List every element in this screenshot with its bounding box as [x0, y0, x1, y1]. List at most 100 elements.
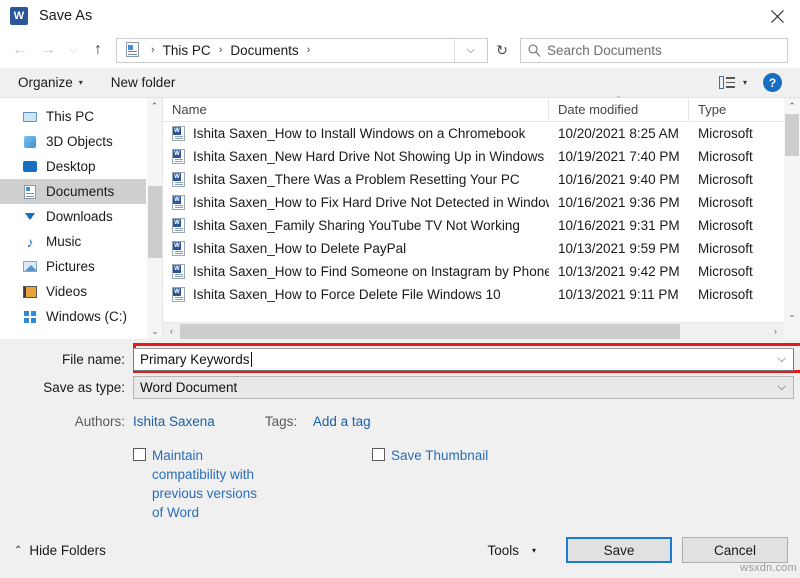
title-bar: W Save As [0, 0, 800, 32]
view-dropdown-icon[interactable]: ▾ [743, 78, 747, 87]
list-scroll-down-button[interactable]: ⌄ [784, 306, 800, 322]
recent-locations-button[interactable]: ⌵ [62, 35, 84, 65]
file-date-cell: 10/19/2021 7:40 PM [549, 149, 689, 164]
tools-label: Tools [487, 543, 519, 558]
sidebar-scrollbar-thumb[interactable] [148, 186, 162, 258]
chevron-down-icon[interactable]: ⌵ [771, 381, 793, 394]
authors-label: Authors: [0, 414, 133, 429]
save-as-type-row: Save as type: Word Document ⌵ [0, 376, 800, 399]
add-a-tag-link[interactable]: Add a tag [313, 414, 371, 429]
breadcrumb-separator-0: › [145, 44, 161, 56]
breadcrumb-dropdown-icon[interactable]: ⌵ [454, 39, 487, 62]
list-scroll-up-button[interactable]: ⌃ [784, 98, 800, 114]
search-input[interactable]: Search Documents [547, 43, 662, 58]
maintain-compatibility-checkbox[interactable] [133, 448, 146, 461]
address-bar: ← → ⌵ ↑ › This PC › Documents › ⌵ ↻ Sear… [0, 32, 800, 68]
hscroll-track[interactable] [180, 323, 767, 340]
save-as-type-value: Word Document [134, 380, 237, 395]
hide-folders-label: Hide Folders [29, 543, 106, 558]
file-date-cell: 10/20/2021 8:25 AM [549, 126, 689, 141]
table-row[interactable]: Ishita Saxen_New Hard Drive Not Showing … [163, 145, 784, 168]
list-scrollbar-thumb[interactable] [785, 114, 799, 156]
save-as-dialog: W Save As ← → ⌵ ↑ › This PC › Documents … [0, 0, 800, 578]
sidebar-scroll-down-button[interactable]: ⌄ [147, 323, 163, 339]
table-row[interactable]: Ishita Saxen_Family Sharing YouTube TV N… [163, 214, 784, 237]
sidebar-item-music[interactable]: ♪ Music [0, 229, 146, 254]
save-thumbnail-label: Save Thumbnail [391, 446, 488, 465]
save-thumbnail-checkbox-group[interactable]: Save Thumbnail [372, 446, 488, 522]
view-mode-icon[interactable] [719, 76, 735, 89]
column-header-date-modified[interactable]: ˇ Date modified [549, 98, 689, 121]
search-box[interactable]: Search Documents [520, 38, 788, 63]
file-name-cell: Ishita Saxen_How to Find Someone on Inst… [163, 264, 549, 279]
save-thumbnail-checkbox[interactable] [372, 448, 385, 461]
hscroll-left-button[interactable]: ‹ [163, 323, 180, 340]
organize-button[interactable]: Organize ▾ [18, 75, 83, 90]
sidebar-item-desktop[interactable]: Desktop [0, 154, 146, 179]
authors-value[interactable]: Ishita Saxena [133, 414, 215, 429]
hscroll-right-button[interactable]: › [767, 323, 784, 340]
hide-folders-button[interactable]: ⌃ Hide Folders [14, 543, 106, 558]
maintain-compatibility-checkbox-group[interactable]: Maintain compatibility with previous ver… [133, 446, 333, 522]
sidebar-item-videos[interactable]: Videos [0, 279, 146, 304]
column-header-type[interactable]: Type [689, 98, 784, 121]
breadcrumb-this-pc[interactable]: This PC [161, 43, 213, 58]
breadcrumb-documents[interactable]: Documents [228, 43, 300, 58]
file-date-cell: 10/13/2021 9:42 PM [549, 264, 689, 279]
sidebar-item-pictures[interactable]: Pictures [0, 254, 146, 279]
up-button[interactable]: ↑ [84, 35, 112, 65]
save-button[interactable]: Save [566, 537, 672, 563]
maintain-compatibility-label: Maintain compatibility with previous ver… [152, 446, 272, 522]
chevron-down-icon: ▾ [79, 78, 83, 87]
help-button[interactable]: ? [763, 73, 782, 92]
sidebar-scroll-up-button[interactable]: ⌃ [147, 98, 162, 114]
column-header-label: Date modified [558, 102, 638, 117]
sidebar-scrollbar[interactable]: ⌃ ⌄ [146, 98, 162, 339]
organize-label: Organize [18, 75, 73, 90]
window-title: Save As [39, 8, 92, 24]
column-header-row: Name ˇ Date modified Type [163, 98, 784, 122]
column-header-name[interactable]: Name [163, 98, 549, 121]
chevron-down-icon[interactable]: ⌵ [771, 353, 793, 366]
table-row[interactable]: Ishita Saxen_There Was a Problem Resetti… [163, 168, 784, 191]
save-as-type-select[interactable]: Word Document ⌵ [133, 376, 794, 399]
tools-button[interactable]: Tools ▾ [487, 543, 536, 558]
file-name-cell: Ishita Saxen_Family Sharing YouTube TV N… [163, 218, 549, 233]
file-list-scrollbar[interactable]: ⌃ ⌄ [784, 98, 800, 339]
sidebar-item-3d-objects[interactable]: 3D Objects [0, 129, 146, 154]
word-document-icon [172, 264, 185, 279]
sidebar-item-this-pc[interactable]: This PC [0, 104, 146, 129]
documents-folder-icon [124, 42, 140, 58]
forward-button[interactable]: → [34, 35, 62, 65]
new-folder-button[interactable]: New folder [111, 75, 176, 90]
close-button[interactable] [754, 0, 800, 32]
table-row[interactable]: Ishita Saxen_How to Fix Hard Drive Not D… [163, 191, 784, 214]
table-row[interactable]: Ishita Saxen_How to Install Windows on a… [163, 122, 784, 145]
file-date-cell: 10/16/2021 9:36 PM [549, 195, 689, 210]
breadcrumb-bar[interactable]: › This PC › Documents › ⌵ [116, 38, 488, 63]
sidebar-item-label: Documents [46, 184, 114, 199]
command-bar: Organize ▾ New folder ▾ ? [0, 68, 800, 98]
refresh-button[interactable]: ↻ [488, 32, 516, 68]
horizontal-scrollbar[interactable]: ‹ › [163, 322, 784, 339]
file-name-cell: Ishita Saxen_How to Install Windows on a… [163, 126, 549, 141]
file-name-label: Ishita Saxen_How to Install Windows on a… [193, 126, 525, 141]
sidebar-item-windows-c[interactable]: Windows (C:) [0, 304, 146, 329]
file-type-cell: Microsoft [689, 241, 784, 256]
file-name-input[interactable]: Primary Keywords ⌵ [133, 348, 794, 371]
breadcrumb-separator-2[interactable]: › [301, 44, 317, 56]
sidebar-item-label: Desktop [46, 159, 96, 174]
table-row[interactable]: Ishita Saxen_How to Force Delete File Wi… [163, 283, 784, 306]
table-row[interactable]: Ishita Saxen_How to Find Someone on Inst… [163, 260, 784, 283]
file-date-cell: 10/16/2021 9:31 PM [549, 218, 689, 233]
back-button[interactable]: ← [6, 35, 34, 65]
file-type-cell: Microsoft [689, 264, 784, 279]
file-rows: Ishita Saxen_How to Install Windows on a… [163, 122, 784, 322]
file-date-cell: 10/16/2021 9:40 PM [549, 172, 689, 187]
hscroll-thumb[interactable] [180, 324, 680, 339]
sidebar-item-documents[interactable]: Documents [0, 179, 146, 204]
sidebar-item-downloads[interactable]: Downloads [0, 204, 146, 229]
file-name-cell: Ishita Saxen_How to Force Delete File Wi… [163, 287, 549, 302]
cancel-button[interactable]: Cancel [682, 537, 788, 563]
table-row[interactable]: Ishita Saxen_How to Delete PayPal 10/13/… [163, 237, 784, 260]
